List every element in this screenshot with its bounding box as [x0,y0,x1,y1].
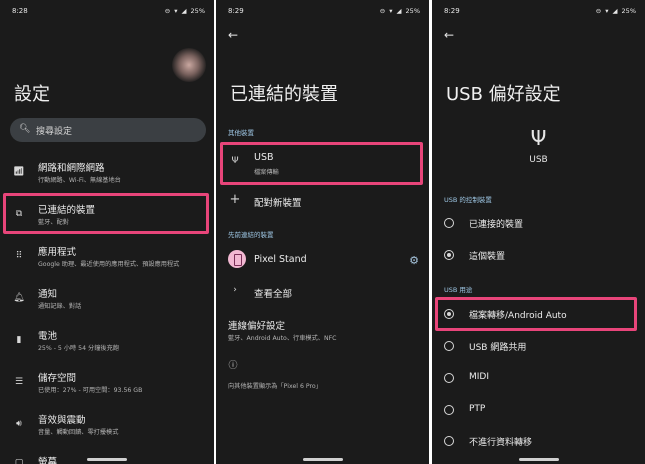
status-time: 8:29 [228,7,244,15]
status-right: ⊖ ▾ ◢ 25% [596,7,636,15]
item-title: 螢幕 [38,457,58,464]
connected-devices-screen: 8:29 ⊖ ▾ ◢ 25% ← 已連結的裝置 其他裝置 Ψ USB 檔案傳輸 +… [216,0,429,464]
item-title: 應用程式 [38,247,77,258]
pixel-stand-item[interactable]: Pixel Stand [216,248,429,272]
status-time: 8:29 [444,7,460,15]
pair-new-label: 配對新裝置 [254,198,302,209]
avatar[interactable] [172,48,206,82]
connection-preferences-item[interactable]: 連線偏好設定 藍牙、Android Auto、行車模式、NFC [216,316,429,346]
apps-icon: ⠿ [15,251,23,261]
option-label: 這個裝置 [469,252,506,262]
highlight-box [435,297,637,331]
search-bar[interactable]: 🔍︎ 搜尋設定 [10,118,206,142]
status-icons: ⊖ ▾ ◢ [595,7,619,15]
page-title: 已連結的裝置 [230,84,338,105]
item-subtitle: 通知記錄、對話 [38,303,82,310]
radio-midi[interactable] [444,373,454,383]
section-header-other: 其他裝置 [228,129,254,137]
settings-item-battery[interactable]: ▮ 電池 25% - 5 小時 54 分鐘後充飽 [0,326,214,356]
radio-connected-device[interactable] [444,218,454,228]
status-bar: 8:28 ⊖ ▾ ◢ 25% [0,0,214,22]
bell-icon: 🔔︎ [13,293,25,303]
battery-level: 25% [621,7,636,15]
status-right: ⊖ ▾ ◢ 25% [380,7,420,15]
section-header-control: USB 的控制裝置 [444,196,492,204]
visible-as-text: 向其他裝置顯示為「Pixel 6 Pro」 [228,383,322,390]
settings-item-notifications[interactable]: 🔔︎ 通知 通知記錄、對話 [0,284,214,314]
highlight-box [220,142,423,185]
page-title: 設定 [14,84,50,105]
option-label: MIDI [469,372,490,382]
battery-icon: ▮ [16,335,22,345]
highlight-box [3,193,209,234]
search-placeholder: 搜尋設定 [36,127,73,137]
settings-item-apps[interactable]: ⠿ 應用程式 Google 助理、最近使用的應用程式、預設應用程式 [0,242,214,272]
back-arrow-icon[interactable]: ← [444,28,454,42]
option-label: 已連接的裝置 [469,220,524,230]
settings-item-storage[interactable]: ☰ 儲存空間 已使用：27% - 可用空間：93.56 GB [0,368,214,398]
device-name-note: 向其他裝置顯示為「Pixel 6 Pro」 [216,381,429,393]
search-icon: 🔍︎ [19,124,31,134]
back-arrow-icon[interactable]: ← [228,28,238,42]
item-title: 通知 [38,289,58,300]
pref-title: 連線偏好設定 [228,321,286,332]
radio-usb-tethering[interactable] [444,341,454,351]
section-header-previous: 先前連結的裝置 [228,231,274,239]
usb-icon: Ψ [530,126,547,150]
settings-item-network[interactable]: 📶︎ 網路和網際網路 行動網路、Wi-Fi、無線基地台 [0,158,214,188]
radio-no-data-transfer[interactable] [444,436,454,446]
info-row: ⓘ [216,358,429,372]
item-title: 音效與震動 [38,415,86,426]
battery-level: 25% [405,7,420,15]
pixel-stand-label: Pixel Stand [254,254,307,265]
item-title: 電池 [38,331,58,342]
option-label: 不進行資料轉移 [469,438,533,448]
status-time: 8:28 [12,7,28,15]
display-icon: ▢ [14,458,24,464]
item-subtitle: 行動網路、Wi-Fi、無線基地台 [38,177,121,184]
section-header-use: USB 用途 [444,286,473,294]
usb-label: USB [529,155,548,165]
volume-icon: 🔊︎ [16,419,22,429]
gesture-bar[interactable] [518,458,559,461]
item-title: 網路和網際網路 [38,163,105,174]
usb-preferences-screen: 8:29 ⊖ ▾ ◢ 25% ← USB 偏好設定 Ψ USB USB 的控制裝置… [432,0,645,464]
status-bar: 8:29 ⊖ ▾ ◢ 25% [432,0,645,22]
item-subtitle: 25% - 5 小時 54 分鐘後充飽 [38,345,119,352]
plus-icon: + [229,192,241,207]
storage-icon: ☰ [14,377,24,387]
gear-icon[interactable]: ⚙ [409,254,419,267]
settings-item-sound[interactable]: 🔊︎ 音效與震動 音量、觸動回饋、零打擾模式 [0,410,214,440]
wifi-icon: 📶︎ [13,167,25,177]
item-title: 儲存空間 [38,373,77,384]
phone-icon [228,250,246,268]
item-subtitle: 音量、觸動回饋、零打擾模式 [38,429,119,436]
chevron-right-icon: › [233,285,237,295]
radio-this-device[interactable] [444,250,454,260]
settings-screen: 8:28 ⊖ ▾ ◢ 25% 設定 🔍︎ 搜尋設定 📶︎ 網路和網際網路 行動網路… [0,0,214,464]
option-label: PTP [469,404,486,414]
pref-subtitle: 藍牙、Android Auto、行車模式、NFC [228,335,337,342]
item-subtitle: 已使用：27% - 可用空間：93.56 GB [38,387,143,394]
item-subtitle: Google 助理、最近使用的應用程式、預設應用程式 [38,261,180,268]
status-right: ⊖ ▾ ◢ 25% [165,7,205,15]
radio-ptp[interactable] [444,405,454,415]
status-icons: ⊖ ▾ ◢ [379,7,403,15]
status-bar: 8:29 ⊖ ▾ ◢ 25% [216,0,429,22]
see-all-label: 查看全部 [254,289,293,300]
option-label: USB 網路共用 [469,343,527,353]
info-icon: ⓘ [228,361,238,371]
status-icons: ⊖ ▾ ◢ [164,7,188,15]
battery-level: 25% [190,7,205,15]
gesture-bar[interactable] [302,458,343,461]
gesture-bar[interactable] [87,458,127,461]
see-all-item[interactable]: › 查看全部 [216,283,429,301]
pair-new-device-item[interactable]: + 配對新裝置 [216,192,429,210]
page-title: USB 偏好設定 [446,84,561,105]
